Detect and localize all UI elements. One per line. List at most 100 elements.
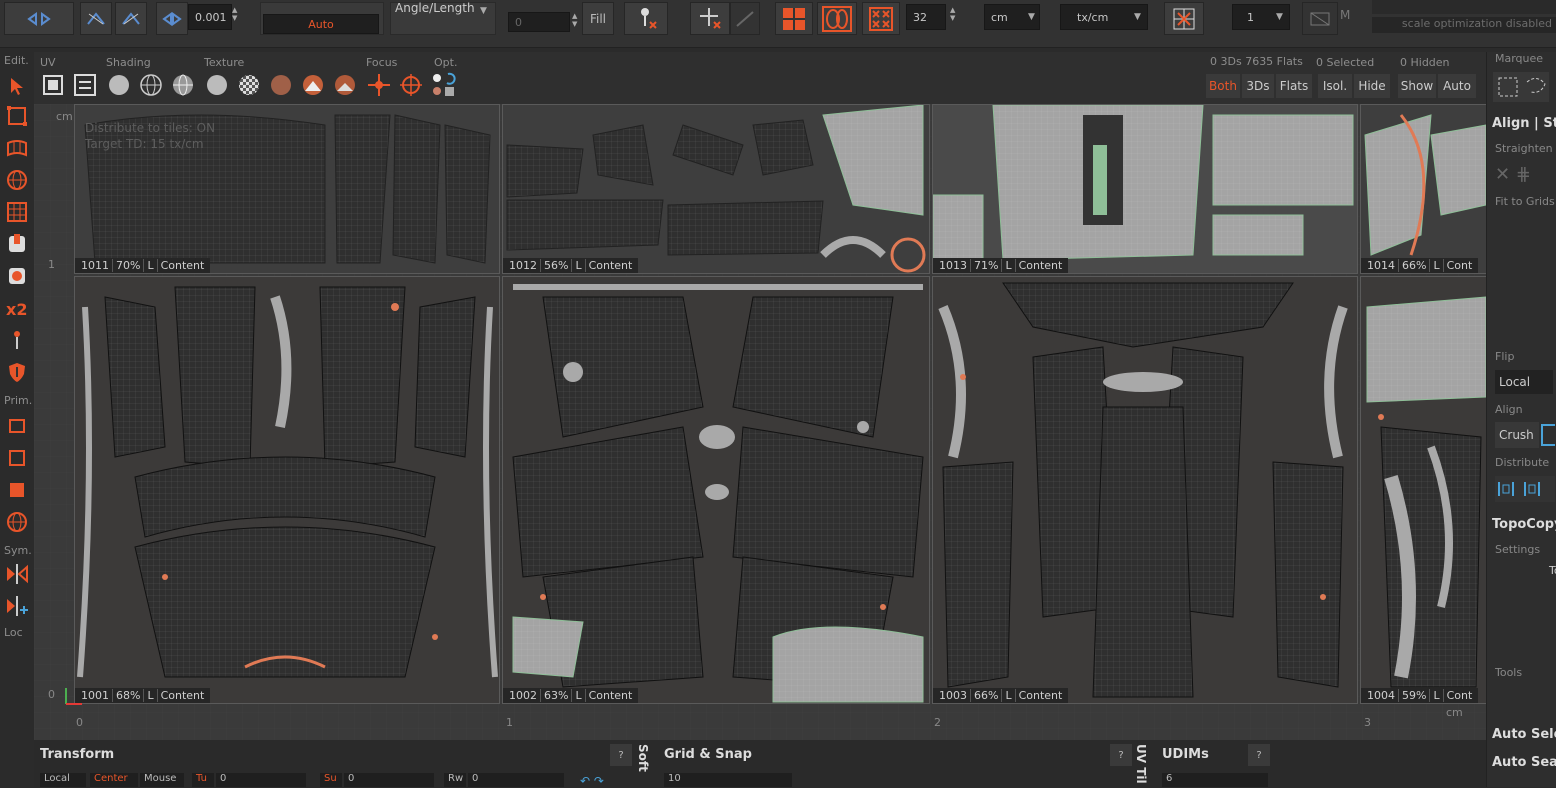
mouse-toggle[interactable]: Mouse [140, 773, 184, 787]
su-field[interactable]: 0 [344, 773, 434, 787]
weld-icon[interactable] [5, 264, 29, 288]
udim-tile-1014[interactable]: 1014 66% L Cont [1360, 104, 1486, 274]
udim-lock[interactable]: L [144, 259, 158, 272]
shading-solid-icon[interactable] [106, 72, 132, 98]
view-both-button[interactable]: Both [1206, 74, 1240, 98]
chevron-down-icon[interactable]: ▼ [1134, 12, 1141, 22]
texture-density-icon[interactable] [332, 72, 358, 98]
opt-icons[interactable] [430, 72, 456, 98]
isolate-button[interactable]: Isol. [1318, 74, 1352, 98]
auto-search-title[interactable]: Auto Sear [1492, 755, 1556, 770]
threshold-spinner[interactable]: ▲ ▼ [232, 6, 242, 22]
pack-grid-button[interactable] [862, 2, 900, 35]
cut-icon[interactable] [5, 232, 29, 256]
udim-lock[interactable]: L [572, 259, 586, 272]
pack-together-button[interactable] [817, 2, 857, 35]
select-arrow-icon[interactable] [5, 74, 29, 98]
focus-icon[interactable] [366, 72, 392, 98]
unfold-icon-button[interactable] [4, 2, 74, 35]
chevron-down-icon[interactable]: ▼ [480, 6, 487, 16]
udim-lock[interactable]: L [572, 689, 586, 702]
crush-button[interactable]: Crush [1495, 422, 1539, 448]
udim-tile-1002[interactable]: 1002 63% L Content [502, 276, 930, 704]
relax-icon[interactable] [5, 136, 29, 160]
marquee-select-icon[interactable] [5, 104, 29, 128]
prim-square-icon[interactable] [5, 446, 29, 470]
flip-mode-select[interactable]: Local [1495, 370, 1553, 394]
shading-wire-icon[interactable] [138, 72, 164, 98]
auto-select-title[interactable]: Auto Sele [1492, 727, 1556, 742]
straighten-disabled-button[interactable] [730, 2, 760, 35]
udim-lock[interactable]: L [144, 689, 158, 702]
uv-tile-tab[interactable]: UV Til [1134, 744, 1148, 787]
auto-field[interactable]: Auto [263, 14, 379, 34]
grid-icon[interactable] [5, 200, 29, 224]
texture-none-icon[interactable] [204, 72, 230, 98]
grid-snap-help-button[interactable]: ? [1110, 744, 1132, 766]
pack-resolution-spinner[interactable]: ▲ ▼ [950, 6, 960, 22]
threshold-icon-button[interactable] [156, 2, 188, 35]
view-flats-button[interactable]: Flats [1276, 74, 1312, 98]
map-button[interactable] [1302, 2, 1338, 35]
focus-selection-icon[interactable] [398, 72, 424, 98]
tu-field[interactable]: 0 [216, 773, 306, 787]
rw-field[interactable]: 0 [468, 773, 564, 787]
unfold-mode-button[interactable] [80, 2, 112, 35]
auto-button[interactable]: Auto [1438, 74, 1476, 98]
straighten-icons[interactable]: ✕ ⋕ [1495, 164, 1531, 185]
chevron-down-icon[interactable]: ▼ [1028, 12, 1035, 22]
marquee-tools[interactable] [1493, 72, 1549, 102]
pack-resolution-field[interactable]: 32 [906, 4, 946, 30]
threshold-field[interactable]: 0.001 [188, 4, 232, 30]
angle-value-field[interactable]: 0 [508, 12, 570, 32]
udim-tile-1013[interactable]: 1013 71% L Content [932, 104, 1358, 274]
symmetry-add-icon[interactable] [5, 594, 29, 618]
grid-size-field[interactable]: 10 [664, 773, 792, 787]
soft-selection-tab[interactable]: Soft Se [636, 744, 650, 787]
udim-lock[interactable]: L [1002, 689, 1016, 702]
x2-label[interactable]: x2 [6, 300, 27, 319]
udim-tile-1012[interactable]: 1012 56% L Content [502, 104, 930, 274]
pack-button[interactable] [775, 2, 813, 35]
show-button[interactable]: Show [1398, 74, 1436, 98]
hide-button[interactable]: Hide [1354, 74, 1390, 98]
udim-tile-1003[interactable]: 1003 66% L Content [932, 276, 1358, 704]
udim-tile-1011[interactable]: Distribute to tiles: ON Target TD: 15 tx… [74, 104, 500, 274]
fill-button[interactable]: Fill [582, 2, 614, 35]
angle-spinner[interactable]: ▲ ▼ [572, 12, 582, 28]
udim-tile-1004[interactable]: 1004 59% L Cont [1360, 276, 1486, 704]
uv-viewport[interactable]: Distribute to tiles: ON Target TD: 15 tx… [34, 104, 1486, 740]
texture-checker-icon[interactable] [236, 72, 262, 98]
rotate-arrows-icon[interactable]: ↶ ↷ [580, 774, 604, 788]
frame-all-icon[interactable] [72, 72, 98, 98]
udims-help-button[interactable]: ? [1248, 744, 1270, 766]
local-toggle[interactable]: Local [40, 773, 86, 787]
stack-button[interactable] [690, 2, 730, 35]
prim-rect-icon[interactable] [5, 414, 29, 438]
udim-tile-1001[interactable]: 1001 68% L Content [74, 276, 500, 704]
view-3ds-button[interactable]: 3Ds [1242, 74, 1274, 98]
chevron-down-icon[interactable]: ▼ [1276, 12, 1283, 22]
texture-map-icon[interactable] [268, 72, 294, 98]
angle-length-select[interactable]: Angle/Length [395, 1, 475, 15]
frame-icon[interactable] [40, 72, 66, 98]
optimize-button[interactable] [115, 2, 147, 35]
udim-lock[interactable]: L [1430, 259, 1444, 272]
pin-button[interactable] [624, 2, 668, 35]
distribute-icons[interactable] [1495, 476, 1555, 502]
udim-lock[interactable]: L [1002, 259, 1016, 272]
align-icon[interactable] [1541, 424, 1555, 446]
transform-help-button[interactable]: ? [610, 744, 632, 766]
center-toggle[interactable]: Center [90, 773, 138, 787]
prim-fill-icon[interactable] [5, 478, 29, 502]
udim-lock[interactable]: L [1430, 689, 1444, 702]
pin-icon[interactable] [5, 328, 29, 352]
shading-solid-wire-icon[interactable] [170, 72, 196, 98]
udim-count-field[interactable]: 6 [1162, 773, 1268, 787]
texture-distortion-icon[interactable] [300, 72, 326, 98]
symmetry-icon[interactable] [5, 562, 29, 586]
sphere-icon[interactable] [5, 168, 29, 192]
prim-sphere-icon[interactable] [5, 510, 29, 534]
shield-icon[interactable] [5, 360, 29, 384]
udim-grid-button[interactable] [1164, 2, 1204, 35]
